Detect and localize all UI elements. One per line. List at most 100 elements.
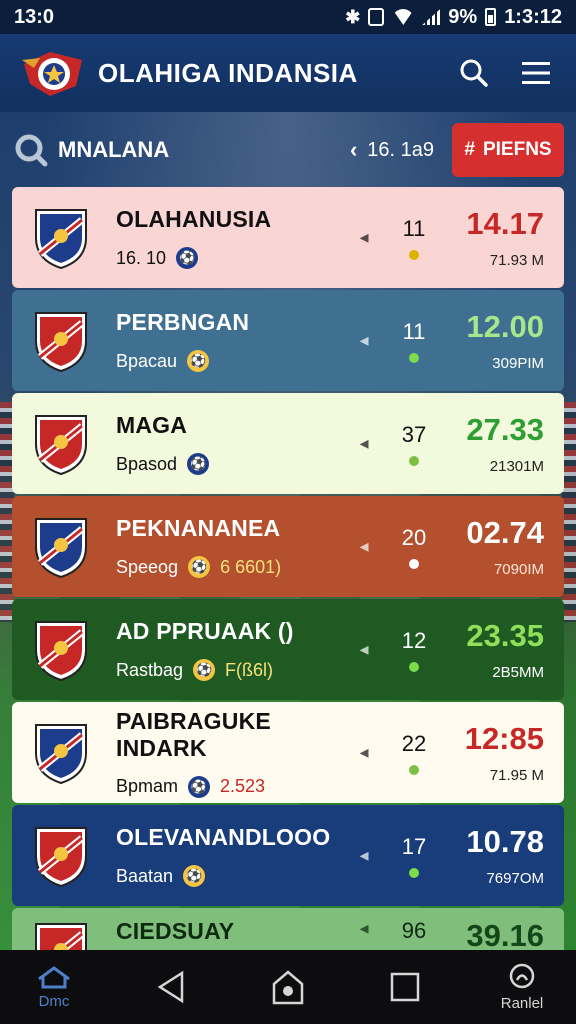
odds-cell: 23.35 2B5MM <box>444 618 564 681</box>
page-indicator: 16. 1a9 <box>367 138 434 161</box>
rank-cell: 11 <box>384 216 444 260</box>
team-info: OLAHANUSIA 16. 10 ⚽ <box>116 206 344 269</box>
odds-value: 02.74 <box>466 515 544 550</box>
odds-volume: 71.95 M <box>489 767 544 784</box>
rank-number: 12 <box>401 627 427 653</box>
team-row[interactable]: MAGA Bpasod ⚽ ◂ 37 27.33 21301M <box>12 393 564 494</box>
profile-icon <box>509 963 535 988</box>
rank-number: 37 <box>401 421 427 447</box>
trend-arrow-icon: ◂ <box>359 639 369 659</box>
odds-cell: 12.00 309PIM <box>444 309 564 372</box>
ball-icon: ⚽ <box>188 556 211 578</box>
odds-cell: 02.74 7090IM <box>444 515 564 578</box>
team-subtitle: Bpacau <box>116 350 178 371</box>
app-bar: OLAHIGA INDANSIA <box>0 34 576 112</box>
nav-recents[interactable] <box>365 971 445 1003</box>
odds-volume: 7697OM <box>486 870 544 887</box>
odds-volume: 7090IM <box>493 561 544 578</box>
trend-arrow-icon: ◂ <box>359 845 369 865</box>
team-row[interactable]: PEKNANANEA Speeog ⚽ 6 6601) ◂ 20 02.74 7… <box>12 496 564 597</box>
home-icon <box>272 970 304 1005</box>
rank-number: 22 <box>401 730 427 756</box>
odds-value: 14.17 <box>466 206 544 241</box>
back-triangle-icon <box>157 970 184 1004</box>
status-dot <box>409 558 419 569</box>
trend-arrow-icon: ◂ <box>359 227 369 247</box>
ball-icon: ⚽ <box>176 247 199 269</box>
team-info: AD PPRUAAK () Rastbag ⚽ F(ß6l) <box>116 618 344 681</box>
league-logo-icon <box>20 46 86 100</box>
team-subtitle-row: Bpasod ⚽ <box>116 453 344 475</box>
team-subtitle-extra: F(ß6l) <box>225 659 274 680</box>
team-crest-icon <box>30 822 92 890</box>
nav-profile[interactable]: Ranlel <box>482 963 562 1012</box>
crowd-right <box>562 402 576 622</box>
team-row[interactable]: PAIBRAGUKE INDARK Bpmam ⚽ 2.523 ◂ 22 12:… <box>12 702 564 803</box>
rank-number: 11 <box>402 318 426 344</box>
nav-home-label: Dmc <box>38 992 70 1010</box>
pager: ‹ 16. 1a9 <box>350 137 434 163</box>
team-row[interactable]: PERBNGAN Bpacau ⚽ ◂ 11 12.00 309PIM <box>12 290 564 391</box>
filter-label[interactable]: MNALANA <box>58 137 350 163</box>
status-dot <box>409 352 419 363</box>
team-subtitle-row: Baatan ⚽ <box>116 865 344 887</box>
chevron-left-icon[interactable]: ‹ <box>350 137 357 163</box>
team-subtitle: Speeog <box>116 556 179 577</box>
nav-home-circle[interactable] <box>248 968 328 1006</box>
team-info: MAGA Bpasod ⚽ <box>116 412 344 475</box>
status-icons: ✱ 9% 1:3:12 <box>345 6 562 29</box>
team-crest-icon <box>30 307 92 375</box>
rank-cell: 22 <box>384 731 444 775</box>
team-info: PAIBRAGUKE INDARK Bpmam ⚽ 2.523 <box>116 708 344 798</box>
team-row[interactable]: AD PPRUAAK () Rastbag ⚽ F(ß6l) ◂ 12 23.3… <box>12 599 564 700</box>
search-filter-icon[interactable] <box>14 133 48 167</box>
status-dot <box>409 764 419 775</box>
app-title: OLAHIGA INDANSIA <box>98 57 358 88</box>
rank-cell: 11 <box>384 319 444 363</box>
status-dot <box>409 249 419 260</box>
ball-icon: ⚽ <box>188 775 211 798</box>
hashtag-icon: # <box>464 139 475 160</box>
odds-value: 27.33 <box>466 412 544 447</box>
team-info: PERBNGAN Bpacau ⚽ <box>116 309 344 372</box>
odds-value: 39.16 <box>466 918 544 953</box>
team-subtitle-row: 16. 10 ⚽ <box>116 247 344 269</box>
trend-arrow-icon: ◂ <box>359 330 369 350</box>
menu-button[interactable] <box>516 53 556 93</box>
odds-volume: 21301M <box>489 458 544 475</box>
team-crest-icon <box>30 410 92 478</box>
team-info: OLEVANANDLOOO Baatan ⚽ <box>116 824 344 887</box>
odds-cell: 12:85 71.95 M <box>444 721 564 784</box>
team-subtitle: Baatan <box>116 865 174 886</box>
team-name: PEKNANANEA <box>116 515 281 541</box>
odds-volume: 309PIM <box>492 355 544 372</box>
team-subtitle-extra: 6 6601) <box>220 556 282 577</box>
odds-value: 10.78 <box>466 824 544 859</box>
team-subtitle: Rastbag <box>116 659 184 680</box>
odds-value: 12.00 <box>466 309 544 344</box>
filter-button-label: PIEFNS <box>482 139 552 160</box>
team-crest-icon <box>30 616 92 684</box>
team-subtitle-row: Bpmam ⚽ 2.523 <box>116 775 344 798</box>
filter-button[interactable]: # PIEFNS <box>452 123 564 177</box>
odds-value: 23.35 <box>466 618 544 653</box>
team-name: PAIBRAGUKE INDARK <box>116 707 271 761</box>
team-row[interactable]: OLAHANUSIA 16. 10 ⚽ ◂ 11 14.17 71.93 M <box>12 187 564 288</box>
home-outline-icon <box>38 965 70 988</box>
nav-profile-label: Ranlel <box>500 994 544 1012</box>
status-clock: 1:3:12 <box>504 5 562 28</box>
search-button[interactable] <box>454 53 494 93</box>
vibrate-icon <box>368 8 385 26</box>
bottom-nav: Dmc Ranlel <box>0 950 576 1024</box>
nav-home[interactable]: Dmc <box>14 965 94 1010</box>
team-name: AD PPRUAAK () <box>116 618 294 644</box>
nav-back[interactable] <box>131 970 211 1004</box>
search-icon <box>460 59 488 87</box>
team-row[interactable]: OLEVANANDLOOO Baatan ⚽ ◂ 17 10.78 7697OM <box>12 805 564 906</box>
odds-volume: 2B5MM <box>492 664 544 681</box>
battery-percent: 9% <box>448 5 478 28</box>
team-subtitle: Bpmam <box>116 776 179 796</box>
team-list: OLAHANUSIA 16. 10 ⚽ ◂ 11 14.17 71.93 M P… <box>12 187 564 970</box>
bluetooth-icon: ✱ <box>345 6 361 27</box>
rank-cell: 37 <box>384 422 444 466</box>
